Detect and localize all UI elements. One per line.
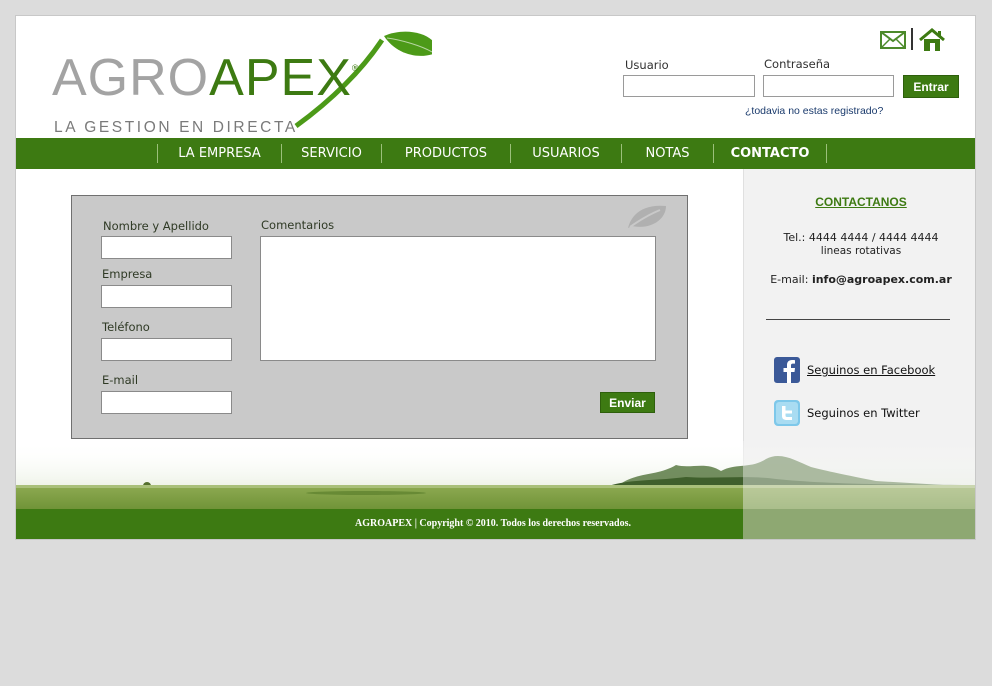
- logo-apex: APEX: [209, 49, 352, 107]
- envelope-icon[interactable]: [880, 30, 906, 50]
- contact-email-prefix: E-mail:: [770, 273, 812, 286]
- password-input[interactable]: [763, 75, 894, 97]
- company-input[interactable]: [101, 285, 232, 308]
- email-label: E-mail: [102, 373, 139, 387]
- icon-separator: [911, 28, 913, 50]
- logo-tagline: LA GESTION EN DIRECTA: [54, 119, 298, 136]
- landscape-image: [16, 441, 975, 511]
- page: AGROAPEX® LA GESTION EN DIRECTA Usuario …: [15, 15, 976, 540]
- twitter-icon: [774, 400, 800, 426]
- logo-wordmark: AGROAPEX®: [52, 52, 360, 104]
- top-icons: [880, 28, 946, 52]
- comments-label: Comentarios: [261, 218, 335, 232]
- contact-email-row: E-mail: info@agroapex.com.ar: [744, 273, 975, 286]
- email-input[interactable]: [101, 391, 232, 414]
- twitter-link[interactable]: Seguinos en Twitter: [774, 400, 920, 428]
- nav-separator: [826, 144, 827, 163]
- user-input[interactable]: [623, 75, 755, 97]
- password-label: Contraseña: [764, 57, 831, 71]
- logo-agro: AGRO: [52, 49, 210, 107]
- footer-sidebar-strip: [743, 509, 975, 539]
- name-label: Nombre y Apellido: [103, 219, 209, 233]
- nav-item-notas[interactable]: NOTAS: [622, 138, 713, 169]
- send-button[interactable]: Enviar: [600, 392, 655, 413]
- register-link[interactable]: ¿todavia no estas registrado?: [745, 105, 883, 117]
- sidebar-divider: [766, 319, 950, 320]
- contact-phone-note: lineas rotativas: [820, 245, 902, 257]
- nav-item-servicio[interactable]: SERVICIO: [282, 138, 381, 169]
- footer-copyright: AGROAPEX | Copyright © 2010. Todos los d…: [355, 518, 631, 529]
- comments-input[interactable]: [260, 236, 656, 361]
- contact-phone: Tel.: 4444 4444 / 4444 4444: [783, 231, 939, 244]
- name-input[interactable]: [101, 236, 232, 259]
- contact-title: CONTACTANOS: [815, 195, 907, 209]
- main-nav: LA EMPRESA SERVICIO PRODUCTOS USUARIOS N…: [16, 138, 975, 169]
- nav-item-productos[interactable]: PRODUCTOS: [382, 138, 510, 169]
- nav-item-usuarios[interactable]: USUARIOS: [511, 138, 621, 169]
- nav-item-contacto[interactable]: CONTACTO: [714, 138, 826, 169]
- home-icon[interactable]: [918, 28, 946, 52]
- logo-registered: ®: [351, 63, 360, 73]
- login-button[interactable]: Entrar: [903, 75, 959, 98]
- brand-logo[interactable]: AGROAPEX® LA GESTION EN DIRECTA: [52, 30, 432, 136]
- phone-input[interactable]: [101, 338, 232, 361]
- facebook-icon: [774, 357, 800, 383]
- leaf-icon: [628, 205, 666, 228]
- user-label: Usuario: [625, 58, 669, 72]
- facebook-link[interactable]: Seguinos en Facebook: [774, 357, 935, 385]
- twitter-label: Seguinos en Twitter: [807, 406, 920, 420]
- phone-label: Teléfono: [102, 320, 150, 334]
- facebook-label: Seguinos en Facebook: [807, 363, 936, 377]
- contact-email[interactable]: info@agroapex.com.ar: [812, 273, 952, 286]
- footer: AGROAPEX | Copyright © 2010. Todos los d…: [16, 509, 975, 539]
- nav-item-la-empresa[interactable]: LA EMPRESA: [158, 138, 281, 169]
- contact-form: Nombre y Apellido Empresa Teléfono E-mai…: [71, 195, 688, 439]
- company-label: Empresa: [102, 267, 153, 281]
